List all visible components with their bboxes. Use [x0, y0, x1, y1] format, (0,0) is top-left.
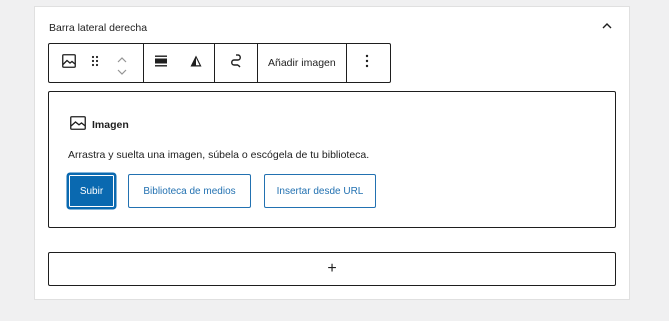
image-icon: [62, 53, 76, 73]
add-image-label: Añadir imagen: [268, 57, 336, 69]
align-center-icon: [155, 54, 167, 72]
block-type-button[interactable]: [49, 44, 89, 82]
placeholder-actions: Subir Biblioteca de medios Insertar desd…: [68, 174, 389, 208]
toolbar-group-more: [347, 44, 387, 82]
more-options-button[interactable]: [347, 44, 387, 82]
duotone-icon: [190, 54, 202, 72]
image-placeholder: Imagen Arrastra y suelta una imagen, súb…: [48, 91, 616, 228]
move-buttons: [101, 44, 143, 82]
more-vertical-icon: [365, 54, 369, 73]
upload-button[interactable]: Subir: [68, 174, 115, 208]
chevron-down-icon[interactable]: [117, 63, 127, 75]
placeholder-title: Imagen: [92, 118, 129, 131]
plus-icon: +: [327, 260, 337, 277]
drag-handle-button[interactable]: [89, 44, 101, 82]
block-toolbar: Añadir imagen: [48, 43, 391, 83]
toolbar-group-block: [49, 44, 144, 82]
toolbar-group-link: [215, 44, 258, 82]
link-icon: [229, 53, 243, 74]
chevron-up-icon[interactable]: [599, 19, 615, 33]
add-image-button[interactable]: Añadir imagen: [258, 44, 346, 82]
toolbar-group-replace: Añadir imagen: [258, 44, 347, 82]
image-icon: [70, 116, 92, 133]
duotone-button[interactable]: [178, 44, 214, 82]
placeholder-instructions: Arrastra y suelta una imagen, súbela o e…: [68, 149, 370, 161]
link-button[interactable]: [215, 44, 257, 82]
chevron-up-icon[interactable]: [117, 51, 127, 63]
panel-title: Barra lateral derecha: [49, 22, 148, 34]
sidebar-panel: Barra lateral derecha Añadir imagen Imag…: [34, 6, 630, 300]
align-button[interactable]: [144, 44, 178, 82]
toolbar-group-format: [144, 44, 215, 82]
add-block-button[interactable]: +: [48, 252, 616, 286]
media-library-button[interactable]: Biblioteca de medios: [128, 174, 251, 208]
panel-header[interactable]: Barra lateral derecha: [35, 7, 629, 45]
insert-from-url-button[interactable]: Insertar desde URL: [264, 174, 376, 208]
drag-handle-icon: [91, 54, 99, 72]
placeholder-label: Imagen: [70, 116, 129, 133]
